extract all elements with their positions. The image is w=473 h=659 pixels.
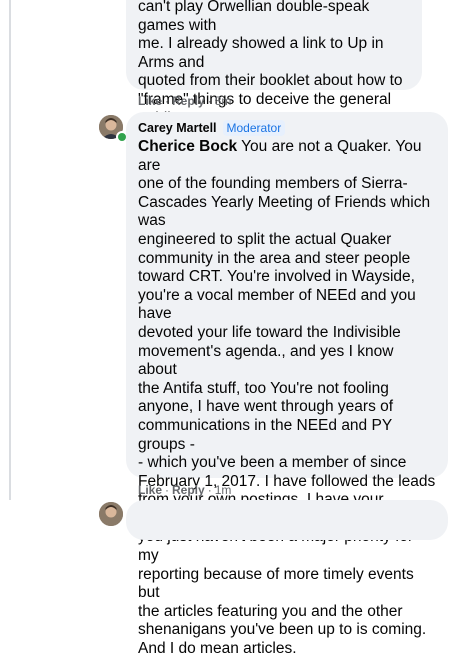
reply-button[interactable]: Reply bbox=[172, 94, 205, 108]
separator: · bbox=[165, 483, 170, 497]
like-button[interactable]: Like bbox=[138, 483, 162, 497]
comment-bubble-main: Carey Martell Moderator Cherice Bock You… bbox=[126, 112, 448, 657]
separator: · bbox=[207, 94, 212, 108]
mention-link[interactable]: Cherice Bock bbox=[138, 138, 237, 155]
thread-line bbox=[9, 0, 11, 500]
comment-text: Cherice Bock You are not a Quaker. You a… bbox=[138, 138, 436, 659]
comment-actions-main: Like · Reply · 1m bbox=[138, 483, 231, 497]
moderator-badge: Moderator bbox=[222, 120, 286, 136]
avatar[interactable] bbox=[99, 502, 123, 526]
like-button[interactable]: Like bbox=[138, 94, 162, 108]
comment-header: Carey Martell Moderator bbox=[138, 120, 436, 136]
author-name[interactable]: Carey Martell bbox=[138, 121, 217, 135]
comment-body: You are not a Quaker. You are one of the… bbox=[138, 138, 436, 658]
comment-timestamp[interactable]: 8m bbox=[215, 94, 232, 108]
comment-bubble-previous: can't play Orwellian double-speak games … bbox=[126, 0, 422, 145]
comment-timestamp[interactable]: 1m bbox=[215, 483, 232, 497]
comment-actions-previous: Like · Reply · 8m bbox=[138, 94, 231, 108]
comment-bubble-next bbox=[126, 500, 448, 540]
separator: · bbox=[207, 483, 212, 497]
reply-button[interactable]: Reply bbox=[172, 483, 205, 497]
separator: · bbox=[165, 94, 170, 108]
avatar-image bbox=[99, 502, 123, 526]
